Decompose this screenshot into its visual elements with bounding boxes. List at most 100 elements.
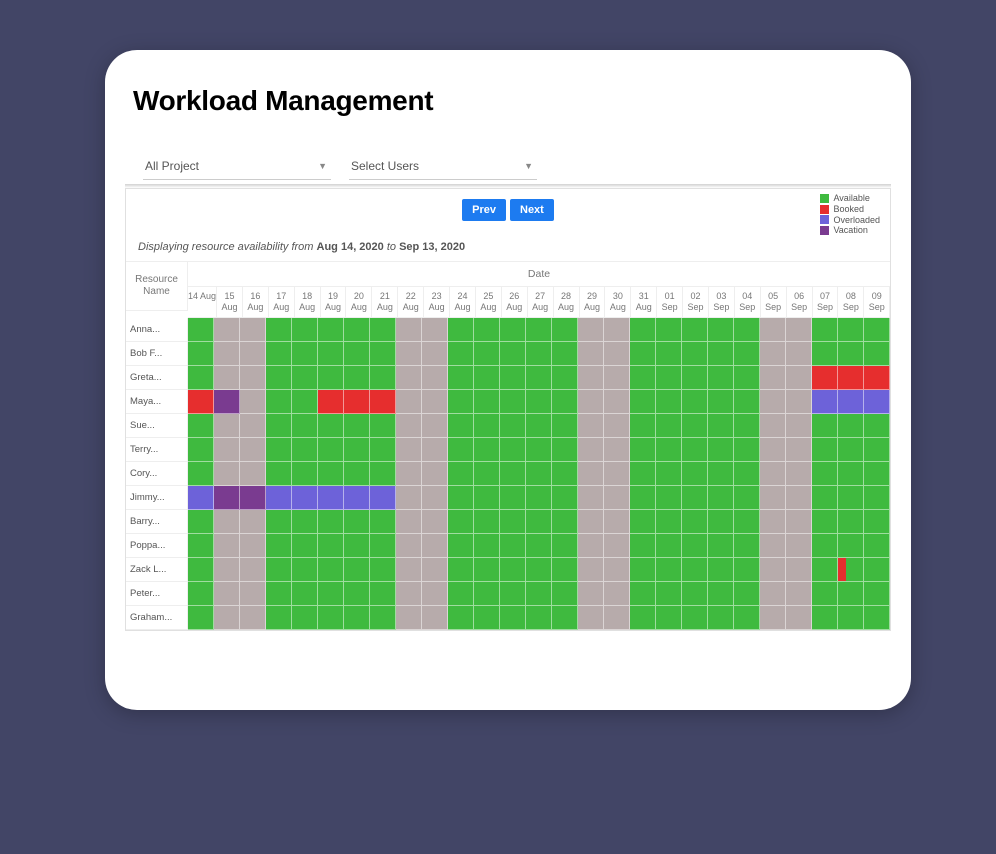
availability-cell[interactable] [188,414,214,438]
availability-cell[interactable] [812,606,838,630]
availability-cell[interactable] [604,558,630,582]
availability-cell[interactable] [344,462,370,486]
availability-cell[interactable] [864,582,890,606]
availability-cell[interactable] [786,558,812,582]
availability-cell[interactable] [188,318,214,342]
availability-cell[interactable] [526,462,552,486]
availability-cell[interactable] [786,462,812,486]
availability-cell[interactable] [656,414,682,438]
availability-cell[interactable] [812,582,838,606]
availability-cell[interactable] [240,318,266,342]
availability-cell[interactable] [266,510,292,534]
availability-cell[interactable] [214,414,240,438]
availability-cell[interactable] [474,414,500,438]
availability-cell[interactable] [240,558,266,582]
availability-cell[interactable] [500,462,526,486]
availability-cell[interactable] [838,462,864,486]
availability-cell[interactable] [838,558,864,582]
availability-cell[interactable] [708,486,734,510]
availability-cell[interactable] [760,438,786,462]
availability-cell[interactable] [396,534,422,558]
availability-cell[interactable] [864,438,890,462]
availability-cell[interactable] [682,342,708,366]
availability-cell[interactable] [370,486,396,510]
availability-cell[interactable] [422,606,448,630]
availability-cell[interactable] [760,486,786,510]
availability-cell[interactable] [474,342,500,366]
availability-cell[interactable] [526,438,552,462]
availability-cell[interactable] [578,510,604,534]
prev-button[interactable]: Prev [462,199,506,221]
availability-cell[interactable] [188,462,214,486]
availability-cell[interactable] [526,558,552,582]
availability-cell[interactable] [318,606,344,630]
availability-cell[interactable] [604,438,630,462]
availability-cell[interactable] [656,342,682,366]
availability-cell[interactable] [682,438,708,462]
availability-cell[interactable] [578,486,604,510]
availability-cell[interactable] [292,318,318,342]
availability-cell[interactable] [838,414,864,438]
availability-cell[interactable] [266,558,292,582]
availability-cell[interactable] [552,414,578,438]
availability-cell[interactable] [708,510,734,534]
availability-cell[interactable] [214,318,240,342]
availability-cell[interactable] [630,342,656,366]
availability-cell[interactable] [292,414,318,438]
availability-cell[interactable] [526,582,552,606]
availability-cell[interactable] [240,486,266,510]
availability-cell[interactable] [422,534,448,558]
availability-cell[interactable] [734,510,760,534]
availability-cell[interactable] [266,342,292,366]
availability-cell[interactable] [734,462,760,486]
availability-cell[interactable] [474,486,500,510]
availability-cell[interactable] [370,438,396,462]
availability-cell[interactable] [760,462,786,486]
availability-cell[interactable] [292,366,318,390]
availability-cell[interactable] [214,510,240,534]
availability-cell[interactable] [838,318,864,342]
availability-cell[interactable] [630,438,656,462]
availability-cell[interactable] [448,414,474,438]
availability-cell[interactable] [552,462,578,486]
availability-cell[interactable] [708,366,734,390]
availability-cell[interactable] [734,486,760,510]
availability-cell[interactable] [474,462,500,486]
availability-cell[interactable] [292,558,318,582]
availability-cell[interactable] [708,558,734,582]
availability-cell[interactable] [682,390,708,414]
availability-cell[interactable] [500,318,526,342]
availability-cell[interactable] [422,414,448,438]
availability-cell[interactable] [266,462,292,486]
availability-cell[interactable] [656,318,682,342]
availability-cell[interactable] [396,462,422,486]
availability-cell[interactable] [734,390,760,414]
availability-cell[interactable] [734,606,760,630]
availability-cell[interactable] [838,534,864,558]
availability-cell[interactable] [422,558,448,582]
availability-cell[interactable] [812,486,838,510]
availability-cell[interactable] [786,366,812,390]
availability-cell[interactable] [578,390,604,414]
availability-cell[interactable] [370,510,396,534]
availability-cell[interactable] [682,510,708,534]
availability-cell[interactable] [630,582,656,606]
availability-cell[interactable] [240,510,266,534]
availability-cell[interactable] [838,582,864,606]
availability-cell[interactable] [734,534,760,558]
availability-cell[interactable] [344,510,370,534]
availability-cell[interactable] [318,438,344,462]
availability-cell[interactable] [630,510,656,534]
availability-cell[interactable] [526,486,552,510]
availability-cell[interactable] [422,390,448,414]
availability-cell[interactable] [370,318,396,342]
availability-cell[interactable] [812,462,838,486]
availability-cell[interactable] [396,582,422,606]
availability-cell[interactable] [552,438,578,462]
availability-cell[interactable] [656,582,682,606]
availability-cell[interactable] [214,342,240,366]
availability-cell[interactable] [526,390,552,414]
availability-cell[interactable] [448,534,474,558]
availability-cell[interactable] [604,318,630,342]
availability-cell[interactable] [552,534,578,558]
